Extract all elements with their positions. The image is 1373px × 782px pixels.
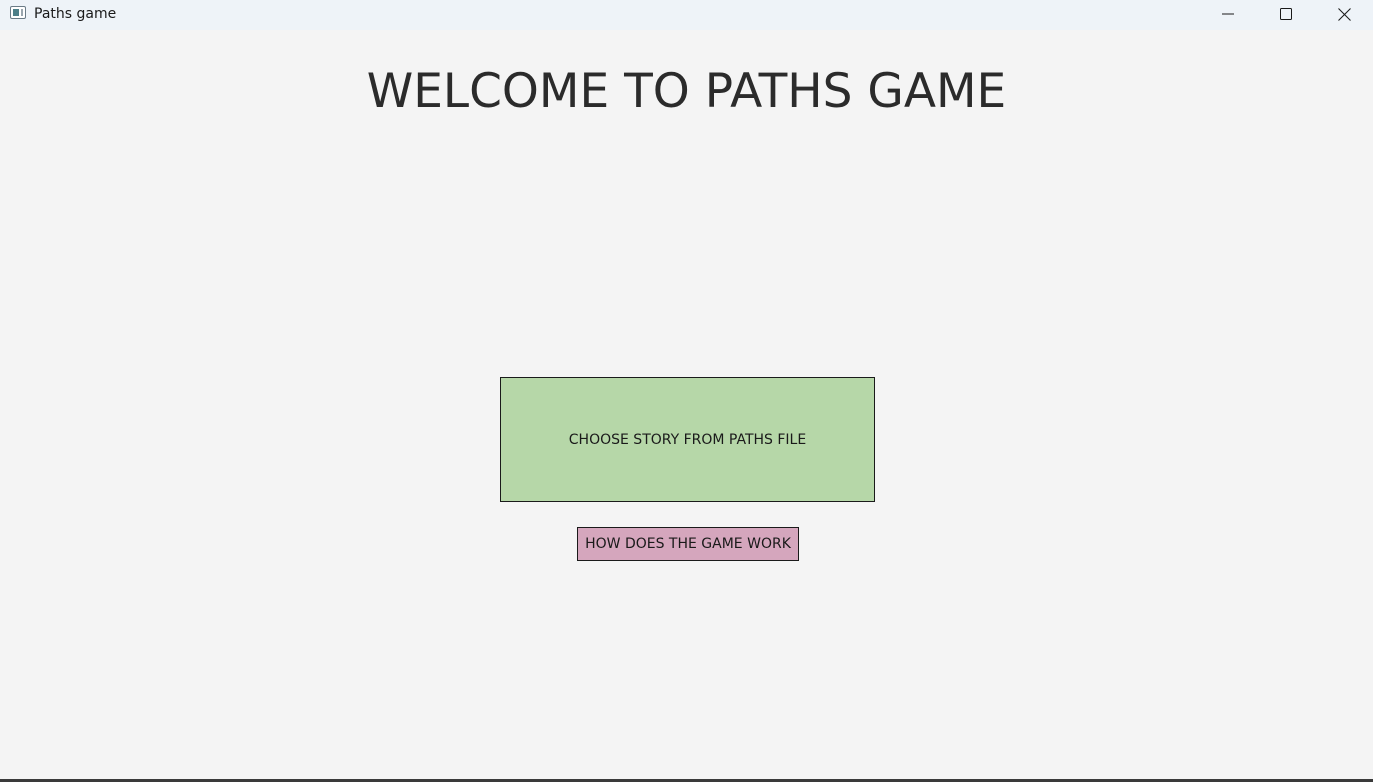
maximize-button[interactable] bbox=[1257, 0, 1315, 28]
minimize-icon bbox=[1222, 8, 1234, 20]
app-window-icon bbox=[10, 6, 26, 19]
window-title: Paths game bbox=[34, 6, 117, 22]
close-icon bbox=[1337, 7, 1351, 21]
minimize-button[interactable] bbox=[1199, 0, 1257, 28]
how-game-works-button[interactable]: HOW DOES THE GAME WORK bbox=[577, 527, 799, 561]
choose-story-button-label: CHOOSE STORY FROM PATHS FILE bbox=[568, 431, 807, 448]
choose-story-button[interactable]: CHOOSE STORY FROM PATHS FILE bbox=[500, 377, 875, 502]
page-title: WELCOME TO PATHS GAME bbox=[366, 64, 1007, 119]
close-button[interactable] bbox=[1315, 0, 1373, 28]
how-game-works-button-label: HOW DOES THE GAME WORK bbox=[585, 536, 791, 552]
app-window: Paths game WELCOME TO PATHS GAME CHOOSE … bbox=[0, 0, 1373, 782]
title-bar[interactable]: Paths game bbox=[0, 0, 1373, 30]
maximize-icon bbox=[1280, 8, 1292, 20]
